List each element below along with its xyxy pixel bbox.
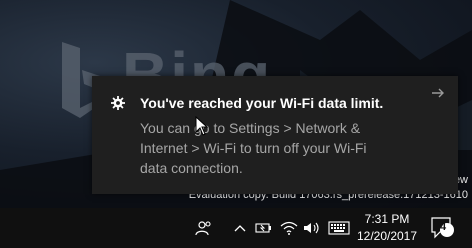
gear-icon [111,96,125,110]
show-hidden-icons-button[interactable] [232,208,248,248]
wifi-data-limit-toast[interactable]: You've reached your Wi-Fi data limit. Yo… [92,76,458,194]
toast-title: You've reached your Wi-Fi data limit. [140,95,384,111]
battery-icon [255,223,271,233]
arrow-right-icon[interactable] [430,85,446,101]
touch-keyboard-button[interactable] [326,208,352,248]
keyboard-icon [328,221,350,235]
toast-body-line: You can go to Settings > Network & [140,120,361,136]
toast-body-line: data connection. [140,160,243,176]
notification-count-badge: 4 [440,221,447,233]
volume-icon [304,222,319,234]
clock-time: 7:31 PM [364,212,410,226]
toast-body-line: Internet > Wi-Fi to turn off your Wi-Fi [140,140,367,156]
people-button[interactable] [192,208,216,248]
taskbar-clock[interactable]: 7:31 PM 12/20/2017 [354,211,420,245]
wifi-icon [280,221,298,235]
taskbar: 7:31 PM 12/20/2017 [0,208,472,248]
people-icon [195,221,211,236]
volume-button[interactable] [302,208,322,248]
battery-button[interactable] [254,208,274,248]
network-button[interactable] [278,208,300,248]
desktop-screen: Bing ew Evaluation copy. Build 17063.rs_… [0,0,472,248]
toast-body: You can go to Settings > Network & Inter… [140,118,440,178]
clock-date: 12/20/2017 [356,229,418,243]
chevron-up-icon [234,225,246,232]
mouse-cursor-icon [195,116,209,136]
